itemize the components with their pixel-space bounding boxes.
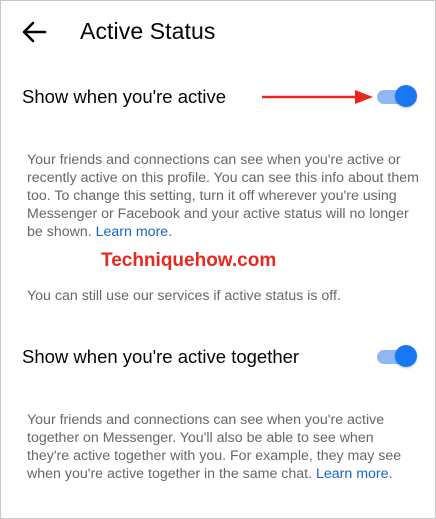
active-status-note: You can still use our services if active… [27, 288, 341, 304]
show-active-description: Your friends and connections can see whe… [27, 151, 419, 241]
active-status-screen: Active Status Show when you're active Yo… [0, 0, 436, 519]
toggle-knob [395, 85, 417, 107]
annotation-arrow-icon [262, 90, 373, 104]
arrow-left-icon [22, 21, 47, 43]
show-active-together-toggle[interactable] [377, 344, 417, 368]
show-active-label: Show when you're active [22, 86, 227, 107]
show-active-together-description: Your friends and connections can see whe… [27, 411, 419, 483]
toggle-knob [395, 345, 417, 367]
show-active-together-label: Show when you're active together [22, 346, 300, 367]
back-button[interactable] [17, 17, 51, 47]
show-active-toggle[interactable] [377, 84, 417, 108]
learn-more-link[interactable]: Learn more. [96, 224, 173, 240]
page-title: Active Status [80, 18, 216, 44]
learn-more-link[interactable]: Learn more. [316, 466, 393, 482]
show-active-description-text: Your friends and connections can see whe… [27, 152, 419, 240]
watermark-text: Techniquehow.com [101, 250, 277, 271]
